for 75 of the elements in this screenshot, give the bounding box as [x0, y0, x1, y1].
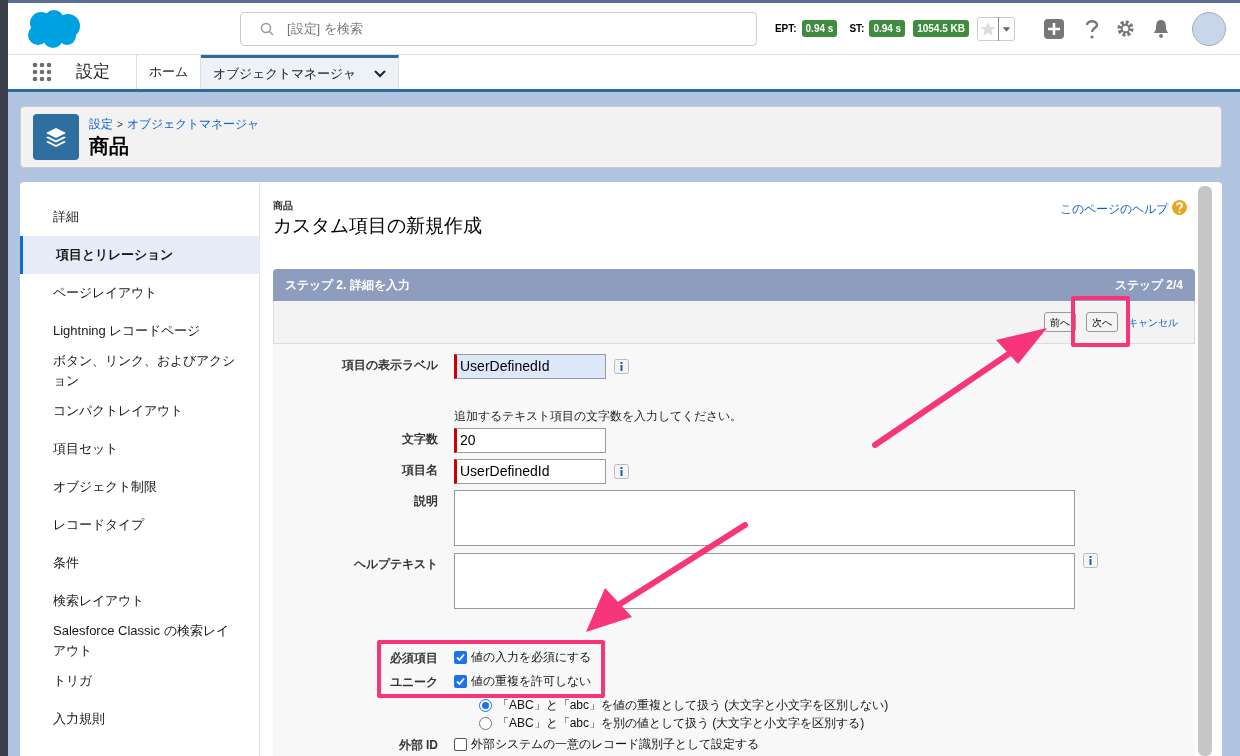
hint-text: 追加するテキスト項目の文字数を入力してください。	[454, 408, 742, 425]
radio-label: 「ABC」と「abc」を値の重複として扱う (大文字と小文字を区別しない)	[497, 697, 889, 714]
info-icon[interactable]	[614, 464, 629, 479]
checkmark-icon	[456, 652, 465, 662]
add-icon[interactable]	[1043, 17, 1065, 40]
favorite-button[interactable]	[977, 16, 1015, 41]
textarea-field[interactable]	[454, 553, 1075, 609]
help-link[interactable]: このページのヘルプ	[1060, 200, 1168, 218]
text-field[interactable]: UserDefinedId	[454, 459, 606, 484]
app-launcher-icon[interactable]	[32, 62, 52, 82]
chevron-down-icon	[374, 69, 386, 78]
help-icon[interactable]	[1084, 17, 1100, 40]
sidebar-item[interactable]: ページレイアウト	[20, 274, 259, 312]
sidebar-item[interactable]: 項目とリレーション	[20, 236, 259, 274]
stacked-layers-icon	[45, 127, 67, 147]
checkbox-label: 値の重複を許可しない	[471, 673, 591, 690]
object-name: 商品	[273, 199, 294, 213]
checkmark-icon	[456, 676, 465, 686]
field-label: 文字数	[402, 432, 438, 446]
scrollbar[interactable]	[1198, 186, 1212, 756]
sidebar-item[interactable]: オブジェクト制限	[20, 468, 259, 506]
highlight-frame	[1071, 296, 1130, 347]
notification-bell-icon[interactable]	[1152, 18, 1170, 39]
cancel-link[interactable]: キャンセル	[1128, 314, 1178, 330]
settings-icon[interactable]	[1116, 19, 1135, 38]
star-icon	[978, 20, 998, 37]
sidebar-item[interactable]: トリガ	[20, 662, 259, 700]
field-label: 項目の表示ラベル	[342, 358, 438, 372]
checkbox[interactable]	[454, 737, 467, 751]
wizard-button[interactable]: 次へ	[1086, 312, 1118, 332]
checkbox-label: 値の入力を必須にする	[471, 649, 591, 666]
sidebar-item[interactable]: 検索レイアウト	[20, 582, 259, 620]
radio-button[interactable]	[479, 698, 492, 712]
field-label: 項目名	[402, 463, 438, 477]
step-counter: ステップ 2/4	[1115, 277, 1183, 294]
metric-badge: 0.94 s	[801, 20, 838, 37]
sidebar-item[interactable]: 詳細	[20, 198, 259, 236]
field-label: ヘルプテキスト	[354, 557, 438, 571]
checkbox[interactable]	[454, 650, 467, 664]
radio-button[interactable]	[479, 716, 492, 730]
step-title: ステップ 2. 詳細を入力	[285, 277, 410, 294]
checkbox[interactable]	[454, 674, 467, 688]
nav-tab[interactable]: オブジェクトマネージャ	[201, 55, 399, 89]
sidebar-item[interactable]: レコードタイプ	[20, 506, 259, 544]
text-field[interactable]: UserDefinedId	[454, 354, 606, 379]
metric-badge: 1054.5 KB	[913, 20, 969, 37]
info-icon[interactable]	[1083, 553, 1098, 568]
text-field[interactable]: 20	[454, 428, 606, 453]
breadcrumb-separator: >	[117, 117, 123, 132]
sidebar-item[interactable]: 項目セット	[20, 430, 259, 468]
sidebar-item[interactable]: Salesforce Classic の検索レイアウト	[20, 620, 259, 662]
breadcrumb-link[interactable]: 設定	[89, 115, 113, 133]
metric-label: EPT:	[774, 22, 797, 36]
page-title: 商品	[89, 134, 130, 159]
app-name: 設定	[76, 61, 110, 84]
sidebar-item[interactable]: 入力規則	[20, 700, 259, 738]
field-label: ユニーク	[390, 675, 438, 689]
info-icon[interactable]	[614, 359, 629, 374]
metric-badge: 0.94 s	[869, 20, 906, 37]
search-icon	[260, 21, 274, 36]
sidebar-item[interactable]: ボタン、リンク、およびアクション	[20, 350, 259, 392]
field-label: 説明	[414, 494, 438, 508]
sidebar-item[interactable]: Lightning レコードページ	[20, 312, 259, 350]
checkbox-label: 外部システムの一意のレコード識別子として設定する	[471, 736, 759, 753]
content-title: カスタム項目の新規作成	[273, 214, 482, 238]
textarea-field[interactable]	[454, 490, 1075, 546]
field-label: 外部 ID	[398, 738, 438, 752]
cloud-logo[interactable]	[25, 8, 81, 49]
breadcrumb-link[interactable]: オブジェクトマネージャ	[126, 115, 259, 133]
field-label: 必須項目	[390, 651, 438, 665]
search-field[interactable]: [設定] を検索	[240, 11, 757, 46]
sidebar-item[interactable]: 条件	[20, 544, 259, 582]
metric-label: ST:	[849, 22, 865, 36]
sidebar-item[interactable]: コンパクトレイアウト	[20, 392, 259, 430]
radio-label: 「ABC」と「abc」を別の値として扱う (大文字と小文字を区別する)	[497, 715, 865, 732]
